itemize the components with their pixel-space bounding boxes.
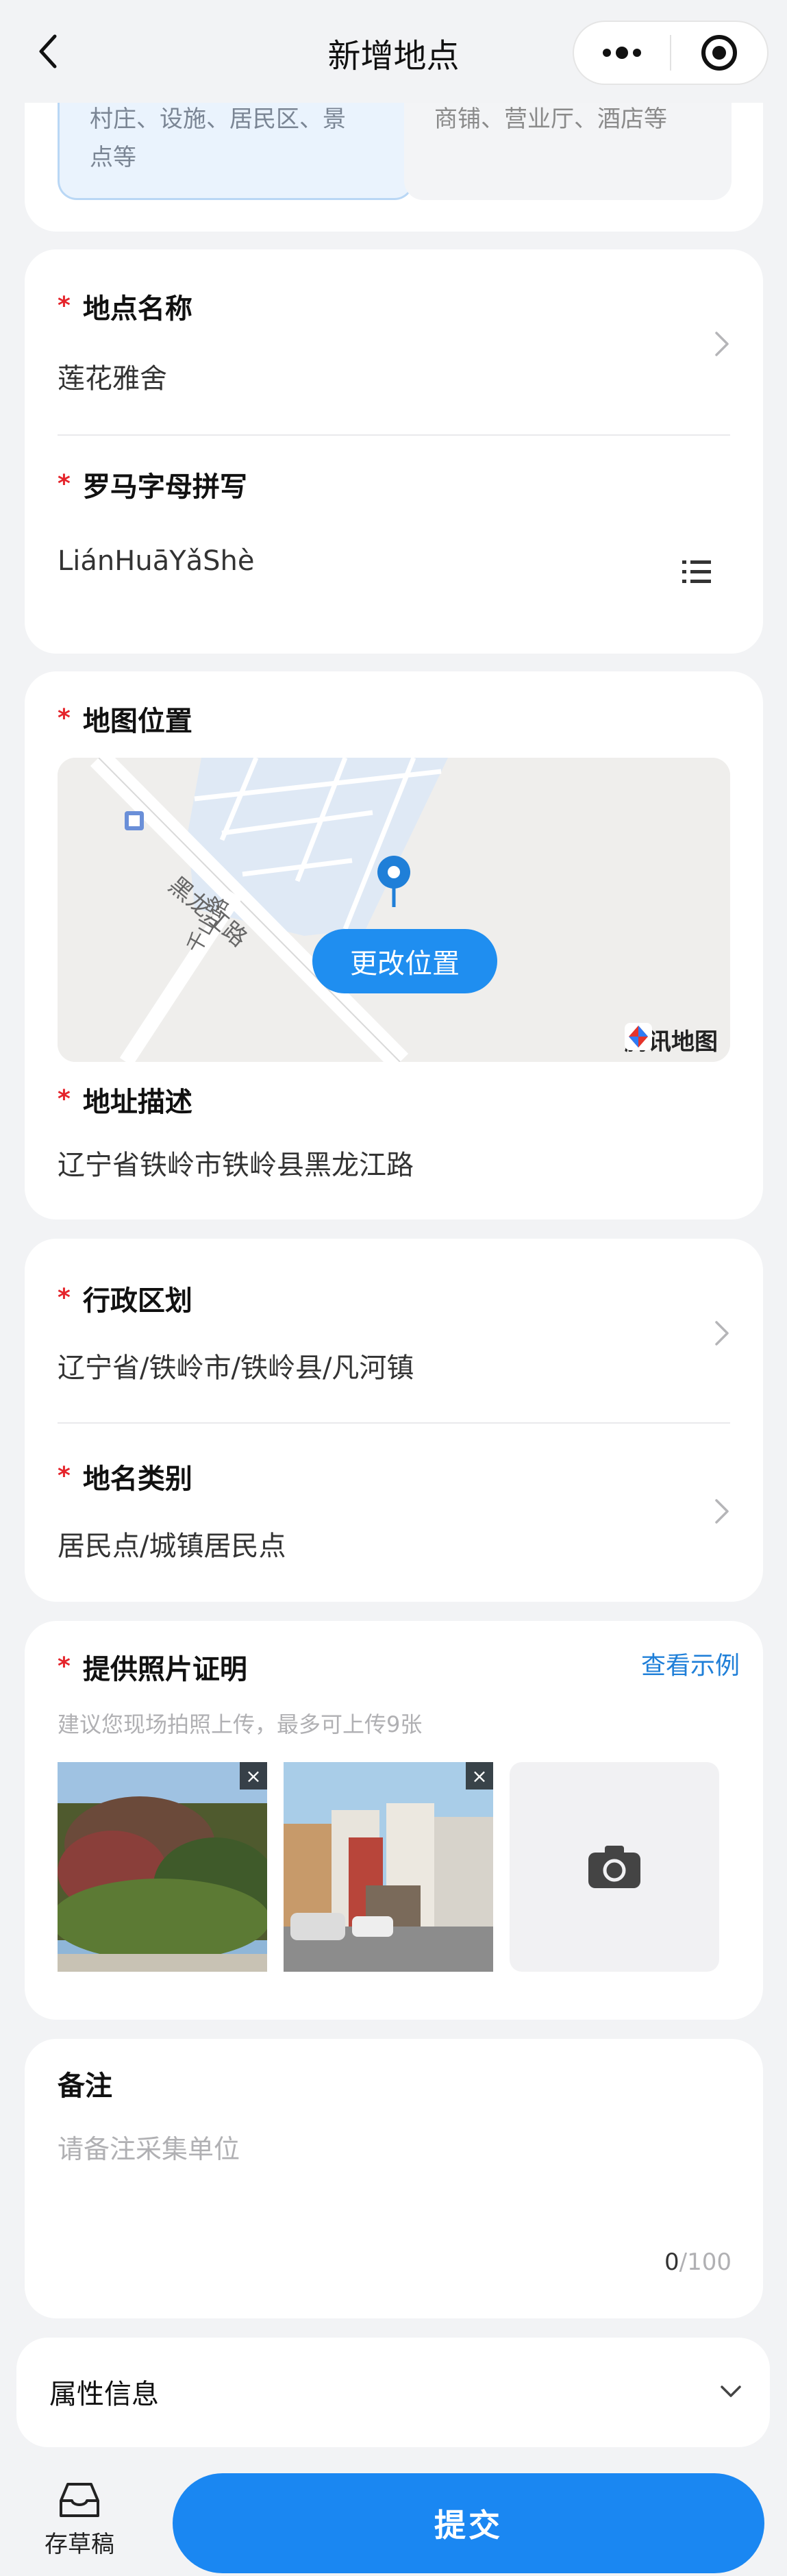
category-option-shop[interactable]: 商铺、营业厅、酒店等	[404, 96, 732, 200]
name-value: 莲花雅舍	[58, 363, 167, 395]
remove-photo-button[interactable]: ×	[240, 1762, 267, 1789]
remark-card: 备注 请备注采集单位 0/100	[25, 2039, 763, 2318]
divider	[58, 1422, 730, 1424]
target-close-icon	[701, 35, 737, 71]
remark-input[interactable]: 请备注采集单位	[58, 2128, 240, 2166]
tencent-map-icon	[625, 1023, 652, 1050]
photo-label: 提供照片证明	[82, 1654, 247, 1685]
remark-label: 备注	[58, 2070, 112, 2102]
divider	[58, 434, 730, 436]
submit-button[interactable]: 提交	[173, 2473, 764, 2573]
region-label: 行政区划	[82, 1285, 192, 1317]
camera-icon	[588, 1846, 640, 1888]
photo-image	[284, 1762, 493, 1972]
photo-card: * 提供照片证明 查看示例 建议您现场拍照上传，最多可上传9张 × ×	[25, 1621, 763, 2020]
nav-bar: 新增地点	[0, 0, 787, 103]
region-card: * 行政区划 辽宁省/铁岭市/铁岭县/凡河镇 * 地名类别 居民点/城镇居民点	[25, 1239, 763, 1602]
attribute-label: 属性信息	[49, 2379, 159, 2410]
mini-program-capsule	[573, 21, 769, 85]
roman-value: LiánHuāYǎShè	[58, 545, 255, 577]
chevron-right-icon	[715, 1321, 729, 1346]
map-card: * 地图位置 黑龙江路 千山路 更改位置 腾讯地图 * 地址描述 辽宁省铁岭市铁…	[25, 671, 763, 1219]
address-value: 辽宁省铁岭市铁岭县黑龙江路	[58, 1150, 414, 1181]
roman-field[interactable]: * 罗马字母拼写 LiánHuāYǎShè	[58, 465, 255, 577]
photo-image	[58, 1762, 267, 1972]
chevron-down-icon	[721, 2386, 741, 2397]
more-button[interactable]	[574, 22, 670, 84]
remark-counter: 0/100	[664, 2249, 732, 2276]
attribute-section[interactable]: 属性信息	[16, 2338, 770, 2447]
map-label: 地图位置	[82, 706, 192, 737]
close-button[interactable]	[671, 22, 767, 84]
place-type-field[interactable]: * 地名类别 居民点/城镇居民点	[58, 1457, 286, 1563]
category-option-village[interactable]: 村庄、设施、居民区、景 点等	[58, 96, 414, 200]
chevron-right-icon	[715, 332, 729, 356]
place-type-label: 地名类别	[82, 1463, 192, 1495]
chevron-right-icon	[715, 1499, 729, 1524]
map-provider-logo: 腾讯地图	[625, 1023, 718, 1056]
bottom-action-bar: 存草稿 提交	[0, 2453, 787, 2576]
list-icon	[682, 560, 711, 583]
change-location-button[interactable]: 更改位置	[312, 929, 497, 993]
list-button[interactable]	[682, 559, 721, 589]
view-example-link[interactable]: 查看示例	[641, 1646, 740, 1681]
name-card: * 地点名称 莲花雅舍 * 罗马字母拼写 LiánHuāYǎShè	[25, 249, 763, 654]
map-view[interactable]: 黑龙江路 千山路 更改位置 腾讯地图	[58, 758, 730, 1062]
name-field[interactable]: * 地点名称 莲花雅舍	[58, 286, 192, 396]
address-label: 地址描述	[82, 1087, 192, 1118]
save-draft-label: 存草稿	[45, 2531, 114, 2558]
inbox-icon	[60, 2483, 99, 2517]
photo-thumbnail[interactable]: ×	[58, 1762, 267, 1972]
more-dots-icon	[603, 47, 641, 59]
name-label: 地点名称	[82, 293, 192, 325]
place-type-value: 居民点/城镇居民点	[58, 1531, 286, 1562]
region-field[interactable]: * 行政区划 辽宁省/铁岭市/铁岭县/凡河镇	[58, 1278, 414, 1385]
roman-label: 罗马字母拼写	[82, 471, 247, 503]
remove-photo-button[interactable]: ×	[466, 1762, 493, 1789]
region-value: 辽宁省/铁岭市/铁岭县/凡河镇	[58, 1352, 414, 1384]
photo-hint: 建议您现场拍照上传，最多可上传9张	[58, 1711, 423, 1737]
add-photo-button[interactable]	[510, 1762, 719, 1972]
map-illustration	[58, 758, 730, 1062]
save-draft-button[interactable]: 存草稿	[38, 2480, 121, 2559]
photo-thumbnail[interactable]: ×	[284, 1762, 493, 1972]
